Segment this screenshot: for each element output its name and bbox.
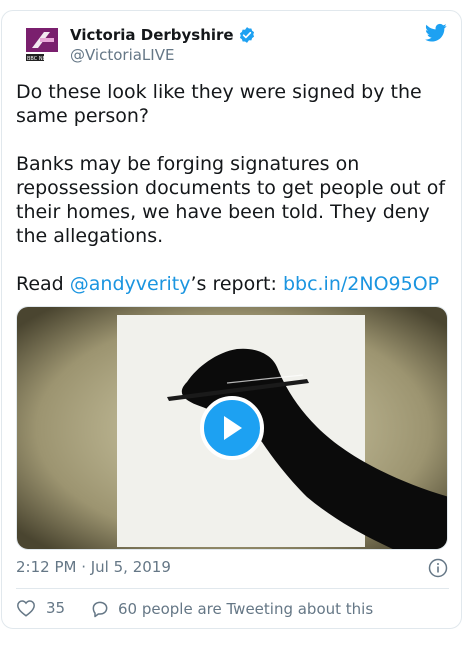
like-button[interactable]: 35 (16, 599, 65, 617)
avatar[interactable]: BBC NEWS (24, 26, 60, 64)
tweet-line-question: Do these look like they were signed by t… (16, 81, 422, 127)
author-handle[interactable]: @VictoriaLIVE (70, 46, 174, 64)
like-count: 35 (46, 599, 66, 617)
info-icon[interactable] (428, 558, 448, 578)
verified-badge-icon (239, 27, 254, 43)
tweet-text: Do these look like they were signed by t… (16, 80, 452, 296)
conversation-link[interactable]: 60 people are Tweeting about this (90, 599, 373, 619)
read-prefix: Read (16, 273, 70, 295)
avatar-caption: BBC NEWS (27, 56, 54, 62)
tweet-line-read: Read @andyverity’s report: bbc.in/2NO95O… (16, 272, 452, 296)
author-name-row[interactable]: Victoria Derbyshire (70, 26, 256, 44)
twitter-bird-icon[interactable] (425, 23, 447, 43)
mention-link[interactable]: @andyverity (70, 273, 191, 295)
author-name[interactable]: Victoria Derbyshire (70, 26, 234, 44)
heart-icon (17, 600, 35, 617)
divider (16, 588, 449, 589)
reply-bubble-icon (92, 601, 108, 618)
play-button[interactable] (200, 396, 264, 460)
tweet-timestamp[interactable]: 2:12 PM · Jul 5, 2019 (16, 558, 171, 576)
play-icon (224, 416, 242, 440)
report-suffix: ’s report: (190, 273, 283, 295)
tweet-line-body: Banks may be forging signatures on repos… (16, 153, 446, 247)
short-link[interactable]: bbc.in/2NO95OP (283, 273, 439, 295)
conversation-text: 60 people are Tweeting about this (118, 600, 374, 618)
